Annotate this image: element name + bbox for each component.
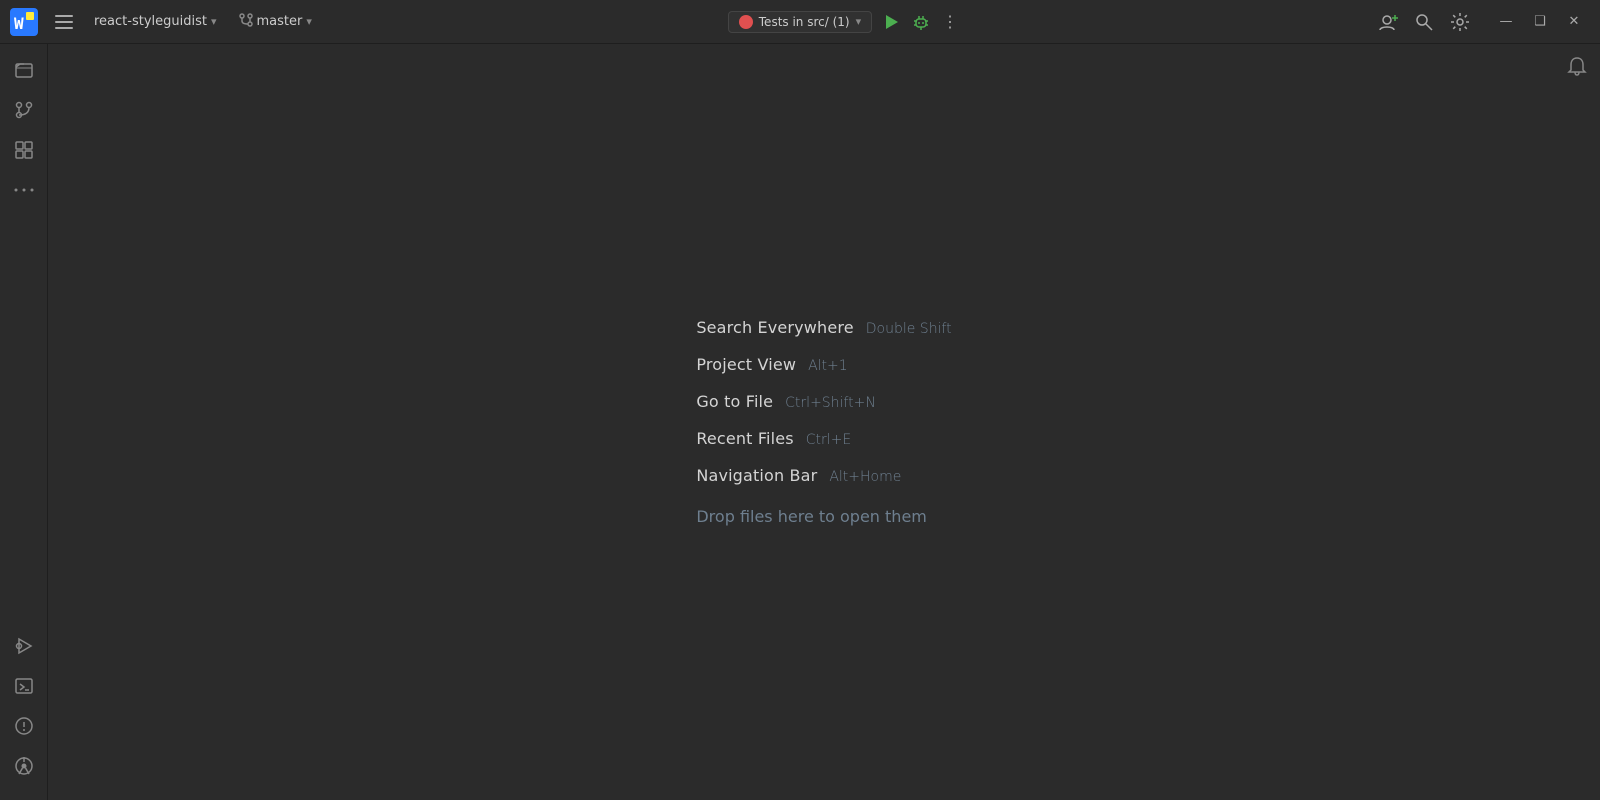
add-profile-button[interactable] — [1372, 6, 1404, 38]
close-button[interactable]: ✕ — [1558, 8, 1590, 36]
editor-content-area: Search Everywhere Double Shift Project V… — [48, 44, 1600, 800]
branch-icon — [239, 13, 253, 31]
go-to-file-item[interactable]: Go to File Ctrl+Shift+N — [696, 392, 875, 411]
titlebar-right-actions — [1372, 6, 1476, 38]
navigation-bar-label: Navigation Bar — [696, 466, 817, 485]
search-everywhere-shortcut: Double Shift — [866, 321, 952, 337]
run-more-icon: ⋮ — [942, 12, 958, 31]
left-sidebar — [0, 44, 48, 800]
run-button[interactable] — [876, 7, 906, 37]
welcome-panel: Search Everywhere Double Shift Project V… — [696, 318, 951, 526]
sidebar-terminal-button[interactable] — [6, 668, 42, 704]
maximize-button[interactable]: ❑ — [1524, 8, 1556, 36]
titlebar: W react-styleguidist ▾ master ▾ — [0, 0, 1600, 44]
run-more-button[interactable]: ⋮ — [936, 8, 964, 36]
main-area: Search Everywhere Double Shift Project V… — [0, 44, 1600, 800]
project-view-item[interactable]: Project View Alt+1 — [696, 355, 847, 374]
sidebar-bottom-section — [6, 628, 42, 792]
settings-button[interactable] — [1444, 6, 1476, 38]
navigation-bar-item[interactable]: Navigation Bar Alt+Home — [696, 466, 901, 485]
project-dropdown-icon: ▾ — [211, 15, 217, 28]
search-everywhere-item[interactable]: Search Everywhere Double Shift — [696, 318, 951, 337]
project-view-label: Project View — [696, 355, 796, 374]
hamburger-menu-button[interactable] — [48, 6, 80, 38]
drop-files-hint: Drop files here to open them — [696, 507, 927, 526]
project-selector[interactable]: react-styleguidist ▾ — [86, 10, 225, 33]
sidebar-git-log-button[interactable] — [6, 748, 42, 784]
minimize-button[interactable]: — — [1490, 8, 1522, 36]
sidebar-project-files-button[interactable] — [6, 52, 42, 88]
sidebar-plugins-button[interactable] — [6, 132, 42, 168]
navigation-bar-shortcut: Alt+Home — [829, 469, 901, 485]
recent-files-shortcut: Ctrl+E — [806, 432, 852, 448]
search-everywhere-button[interactable] — [1408, 6, 1440, 38]
branch-selector[interactable]: master ▾ — [231, 9, 320, 35]
search-everywhere-label: Search Everywhere — [696, 318, 853, 337]
run-config-label: Tests in src/ (1) — [759, 15, 850, 29]
branch-name: master — [257, 14, 303, 29]
project-name: react-styleguidist — [94, 14, 207, 29]
sidebar-git-button[interactable] — [6, 92, 42, 128]
project-view-shortcut: Alt+1 — [808, 358, 848, 374]
run-config-selector[interactable]: Tests in src/ (1) ▾ — [728, 11, 872, 33]
go-to-file-label: Go to File — [696, 392, 773, 411]
run-config-color-indicator — [739, 15, 753, 29]
debug-button[interactable] — [906, 7, 936, 37]
sidebar-more-button[interactable] — [6, 172, 42, 208]
app-logo: W — [10, 8, 38, 36]
notification-bell-button[interactable] — [1566, 56, 1588, 82]
recent-files-item[interactable]: Recent Files Ctrl+E — [696, 429, 851, 448]
recent-files-label: Recent Files — [696, 429, 793, 448]
sidebar-top-section — [6, 52, 42, 624]
sidebar-run-configs-button[interactable] — [6, 628, 42, 664]
go-to-file-shortcut: Ctrl+Shift+N — [785, 395, 876, 411]
run-config-dropdown-icon: ▾ — [856, 15, 862, 28]
branch-dropdown-icon: ▾ — [306, 15, 312, 28]
run-config-area: Tests in src/ (1) ▾ ⋮ — [326, 7, 1366, 37]
svg-text:W: W — [14, 14, 24, 33]
window-controls: — ❑ ✕ — [1490, 8, 1590, 36]
sidebar-problems-button[interactable] — [6, 708, 42, 744]
